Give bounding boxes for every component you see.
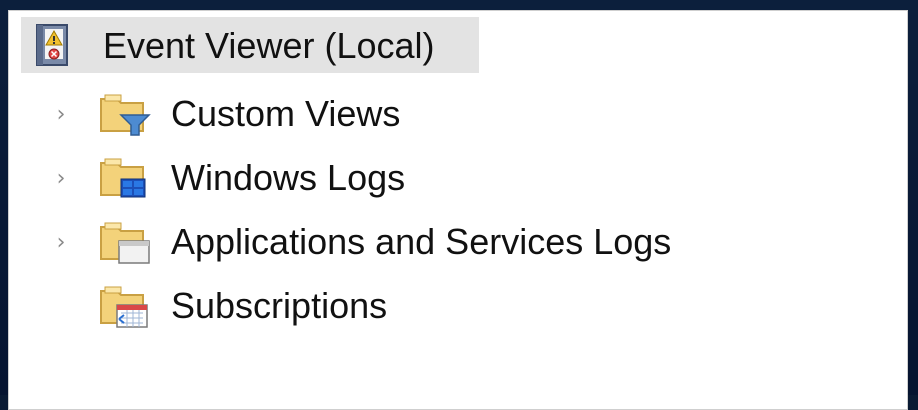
tree-node-label: Windows Logs (171, 157, 406, 198)
tree-node-applications-and-services-logs[interactable]: › Applications and Services Logs (9, 213, 769, 269)
folder-calendar-icon (97, 281, 153, 329)
tree-node-label: Subscriptions (171, 285, 388, 326)
chevron-right-icon[interactable]: › (53, 166, 69, 191)
tree-node-custom-views[interactable]: › Custom Views (9, 85, 509, 141)
chevron-right-icon[interactable]: › (53, 230, 69, 255)
tree-node-event-viewer-local[interactable]: Event Viewer (Local) (21, 17, 479, 73)
tree-node-label: Custom Views (171, 93, 401, 134)
tree-node-windows-logs[interactable]: › Windows Logs (9, 149, 509, 205)
chevron-right-icon[interactable]: › (53, 102, 69, 127)
folder-windows-icon (97, 153, 153, 201)
folder-window-icon (97, 217, 153, 265)
tree-node-label: Applications and Services Logs (171, 221, 672, 262)
event-viewer-icon (33, 21, 77, 69)
tree-node-subscriptions[interactable]: Subscriptions (9, 277, 509, 333)
folder-filter-icon (97, 89, 153, 137)
tree-node-label: Event Viewer (Local) (103, 25, 435, 66)
console-tree-panel: Event Viewer (Local) › Custom Views › Wi… (8, 10, 908, 410)
desktop-background: Event Viewer (Local) › Custom Views › Wi… (0, 0, 918, 410)
